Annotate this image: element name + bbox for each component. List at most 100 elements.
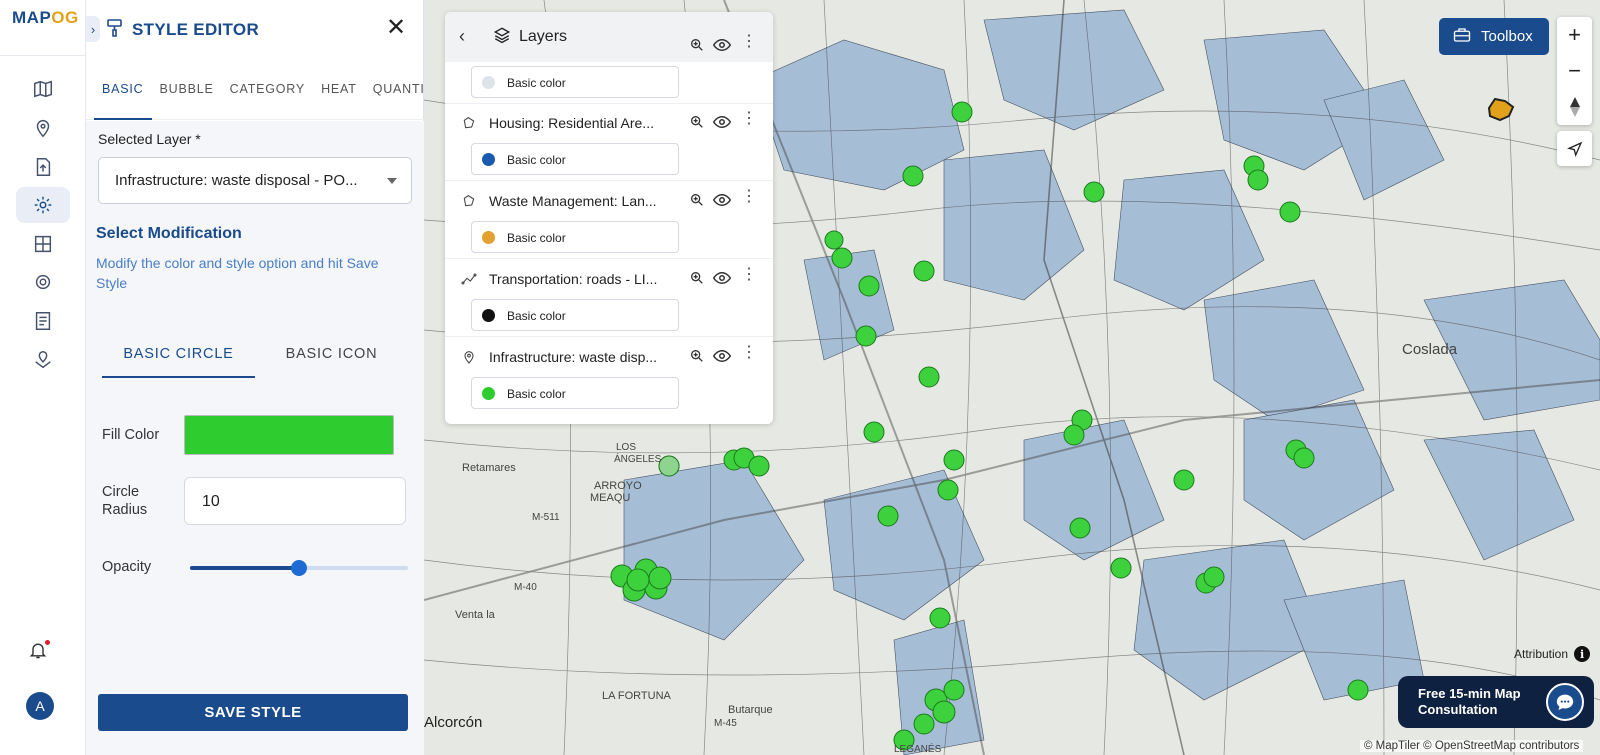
compass-icon[interactable] <box>1557 89 1592 125</box>
fill-color-label: Fill Color <box>102 427 160 443</box>
eye-icon[interactable] <box>712 349 732 368</box>
modification-description: Modify the color and style option and hi… <box>96 255 379 291</box>
road-label: M-45 <box>714 718 737 729</box>
style-editor-panel: STYLE EDITOR ✕ BASIC BUBBLE CATEGORY HEA… <box>86 0 442 755</box>
layer-item[interactable]: Waste Management: Lan... ⋮ Basic color <box>445 181 773 259</box>
zoom-to-layer-icon[interactable] <box>689 348 705 369</box>
app-root: MAPOG A › STYLE EDITOR ✕ BASIC BUBBLE CA… <box>0 0 1600 755</box>
close-icon[interactable]: ✕ <box>386 14 406 42</box>
divider <box>0 55 86 56</box>
layer-color-button[interactable]: Basic color <box>471 377 679 409</box>
layer-color-button[interactable]: Basic color <box>471 221 679 253</box>
polygon-layer-icon <box>461 193 477 214</box>
map-icon[interactable] <box>16 71 70 107</box>
zoom-out-icon[interactable]: − <box>1557 53 1592 89</box>
tab-heat[interactable]: HEAT <box>313 70 365 120</box>
layer-item[interactable]: ⋮ Basic color <box>445 26 773 104</box>
layer-color-button[interactable]: Basic color <box>471 143 679 175</box>
map-analysis-icon[interactable] <box>16 226 70 262</box>
eye-icon[interactable] <box>712 271 732 290</box>
layer-name: Infrastructure: waste disp... <box>489 349 658 365</box>
circle-radius-input[interactable]: 10 <box>184 477 406 525</box>
tab-bubble[interactable]: BUBBLE <box>152 70 222 120</box>
more-vertical-icon[interactable]: ⋮ <box>741 111 757 127</box>
tab-basic-icon[interactable]: BASIC ICON <box>255 334 408 378</box>
tab-category[interactable]: CATEGORY <box>222 70 313 120</box>
layer-color-button[interactable]: Basic color <box>471 299 679 331</box>
circle-radius-label: Circle Radius <box>102 484 148 518</box>
map-copyright: © MapTiler © OpenStreetMap contributors <box>1360 740 1584 752</box>
more-vertical-icon[interactable]: ⋮ <box>741 267 757 283</box>
place-label: LOS <box>616 442 637 453</box>
opacity-label: Opacity <box>102 559 152 575</box>
layer-color-label: Basic color <box>507 153 566 167</box>
selected-layer-label: Selected Layer * <box>98 131 201 147</box>
layer-name: Transportation: roads - LI... <box>489 271 658 287</box>
info-icon[interactable]: i <box>1574 646 1591 662</box>
more-vertical-icon[interactable]: ⋮ <box>741 345 757 361</box>
eye-icon[interactable] <box>712 193 732 212</box>
layer-color-label: Basic color <box>507 387 566 401</box>
modification-title: Select Modification <box>96 225 242 242</box>
gear-icon[interactable] <box>16 264 70 300</box>
layer-item[interactable]: Transportation: roads - LI... ⋮ Basic co… <box>445 259 773 337</box>
mapog-logo[interactable]: MAPOG <box>12 8 79 28</box>
nav-rail: MAPOG A <box>0 0 86 755</box>
save-style-button[interactable]: SAVE STYLE <box>98 694 408 731</box>
layer-color-button[interactable]: Basic color <box>471 66 679 98</box>
line-layer-icon <box>461 271 477 292</box>
style-type-tabs: BASIC CIRCLE BASIC ICON <box>102 334 408 378</box>
locate-me-icon[interactable] <box>1557 131 1592 166</box>
zoom-to-layer-icon[interactable] <box>689 114 705 135</box>
editor-title: STYLE EDITOR <box>132 20 260 39</box>
tab-basic-circle[interactable]: BASIC CIRCLE <box>102 334 255 378</box>
zoom-in-icon[interactable]: + <box>1557 17 1592 53</box>
eye-icon[interactable] <box>712 38 732 57</box>
editor-tabs: BASIC BUBBLE CATEGORY HEAT QUANTITY <box>86 70 442 120</box>
color-dot <box>482 231 495 244</box>
more-vertical-icon[interactable]: ⋮ <box>741 34 757 50</box>
eye-icon[interactable] <box>712 115 732 134</box>
layer-color-label: Basic color <box>507 309 566 323</box>
avatar[interactable]: A <box>26 692 54 720</box>
location-pin-icon[interactable] <box>16 110 70 146</box>
layer-name: Housing: Residential Are... <box>489 115 654 131</box>
style-settings-icon[interactable] <box>16 187 70 223</box>
place-label: ARROYO <box>594 480 642 492</box>
toolbox-label: Toolbox <box>1481 28 1533 45</box>
attribution-label: Attribution <box>1514 647 1569 661</box>
place-label: LEGANÉS <box>894 744 942 755</box>
tab-basic[interactable]: BASIC <box>94 70 152 120</box>
layer-color-label: Basic color <box>507 231 566 245</box>
zoom-to-layer-icon[interactable] <box>689 37 705 58</box>
layer-item[interactable]: Infrastructure: waste disp... ⋮ Basic co… <box>445 337 773 415</box>
color-dot <box>482 309 495 322</box>
paint-roller-icon <box>106 18 124 43</box>
color-dot <box>482 76 495 89</box>
map-share-icon[interactable] <box>16 342 70 378</box>
layer-color-label: Basic color <box>507 76 566 90</box>
upload-file-icon[interactable] <box>16 149 70 185</box>
layer-name: Waste Management: Lan... <box>489 193 657 209</box>
consultation-banner[interactable]: Free 15-min Map Consultation <box>1398 676 1594 728</box>
place-label: MEAQU <box>590 492 631 504</box>
fill-color-picker[interactable] <box>184 415 394 455</box>
zoom-to-layer-icon[interactable] <box>689 270 705 291</box>
more-vertical-icon[interactable]: ⋮ <box>741 189 757 205</box>
opacity-slider-thumb[interactable] <box>291 560 307 576</box>
selected-layer-select[interactable]: Infrastructure: waste disposal - PO... <box>98 157 412 204</box>
selected-layer-value: Infrastructure: waste disposal - PO... <box>115 172 358 189</box>
attribution-control[interactable]: Attribution i <box>1514 646 1591 662</box>
layer-item[interactable]: Housing: Residential Are... ⋮ Basic colo… <box>445 103 773 181</box>
road-label: M-511 <box>532 512 560 523</box>
place-label: Retamares <box>462 462 516 474</box>
chat-bubble-icon[interactable] <box>1546 683 1584 721</box>
place-label: LA FORTUNA <box>602 690 671 702</box>
toolbox-button[interactable]: Toolbox <box>1439 18 1549 55</box>
road-label: M-40 <box>514 582 537 593</box>
report-icon[interactable] <box>16 303 70 339</box>
zoom-to-layer-icon[interactable] <box>689 192 705 213</box>
opacity-slider[interactable] <box>190 560 408 576</box>
polygon-layer-icon <box>461 115 477 136</box>
chevron-right-icon[interactable]: › <box>86 16 100 42</box>
